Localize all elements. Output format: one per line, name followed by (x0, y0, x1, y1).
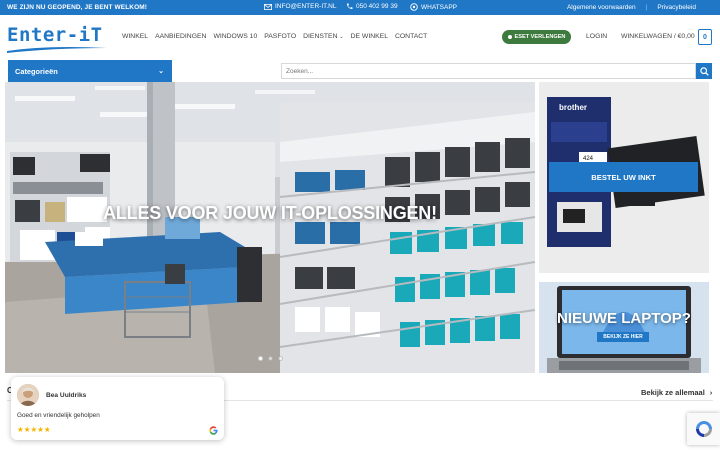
logo-swoosh-icon (7, 47, 107, 53)
nav-diensten[interactable]: DIENSTEN ⌄ (303, 33, 343, 40)
search-input[interactable]: Zoeken... (281, 63, 696, 79)
email-link[interactable]: INFO@ENTER-IT.NL (264, 3, 337, 10)
laptop-image (547, 286, 701, 373)
recaptcha-icon (695, 421, 712, 437)
review-widget[interactable]: Bea Uuldriks Goed en vriendelijk geholpe… (11, 377, 224, 440)
eset-button-label: ESET VERLENGEN (514, 34, 566, 40)
see-all-label: Bekijk ze allemaal (641, 388, 705, 397)
top-bar: WE ZIJN NU GEOPEND, JE BENT WELKOM! INFO… (0, 0, 720, 15)
whatsapp-text: WHATSAPP (421, 3, 457, 11)
nav-aanbiedingen[interactable]: AANBIEDINGEN (155, 33, 206, 40)
site-header: Enter-iT WINKEL AANBIEDINGEN WINDOWS 10 … (0, 15, 720, 60)
eset-renew-button[interactable]: ESET VERLENGEN (502, 30, 571, 44)
view-laptops-button[interactable]: BEKIJK ZE HIER (597, 332, 649, 342)
avatar (17, 384, 39, 406)
top-links: Algemene voorwaarden | Privacybeleid (557, 4, 706, 11)
star-rating: ★★★★★ (17, 425, 51, 434)
chevron-down-icon: ⌄ (339, 34, 344, 40)
ink-banner[interactable]: brother 424 BESTEL UW INKT (539, 82, 709, 273)
search-button[interactable] (696, 63, 712, 79)
slider-dot-3[interactable] (277, 356, 283, 361)
slider-dot-2[interactable] (267, 356, 273, 361)
privacy-link[interactable]: Privacybeleid (647, 4, 706, 11)
store-interior-image (5, 82, 535, 373)
nav-pasfoto[interactable]: PASFOTO (264, 33, 296, 40)
brand-text: brother (559, 103, 587, 112)
welcome-message: WE ZIJN NU GEOPEND, JE BENT WELKOM! (7, 4, 148, 11)
order-ink-button[interactable]: BESTEL UW INKT (549, 162, 698, 192)
cart-count-badge[interactable]: 0 (698, 29, 712, 45)
categories-label: Categorieën (15, 67, 58, 76)
chevron-right-icon: › (709, 388, 713, 397)
phone-text: 050 402 99 39 (356, 3, 398, 10)
nav-winkel[interactable]: WINKEL (122, 33, 148, 40)
laptop-banner-title: NIEUWE LAPTOP? (557, 310, 691, 327)
email-text: INFO@ENTER-IT.NL (275, 3, 337, 10)
phone-link[interactable]: 050 402 99 39 (346, 3, 398, 10)
reviewer-name: Bea Uuldriks (46, 392, 87, 399)
nav-de-winkel[interactable]: DE WINKEL (351, 33, 388, 40)
categories-dropdown[interactable]: Categorieën ⌄ (8, 60, 172, 82)
laptop-banner[interactable]: NIEUWE LAPTOP? BEKIJK ZE HIER (539, 282, 709, 373)
site-logo[interactable]: Enter-iT (7, 24, 109, 53)
hero-slider[interactable]: ALLES VOOR JOUW IT-OPLOSSINGEN! (5, 82, 535, 373)
bullet-icon (507, 35, 512, 39)
slider-dots (5, 356, 535, 361)
search-icon (699, 66, 709, 76)
cart-link[interactable]: WINKELWAGEN / €0,00 (621, 33, 695, 40)
link-separator: | (645, 4, 648, 11)
see-all-link[interactable]: Bekijk ze allemaal › (641, 388, 712, 397)
mail-icon (264, 3, 272, 10)
logo-text: Enter-iT (7, 24, 103, 46)
google-icon (209, 426, 218, 435)
recaptcha-badge[interactable] (687, 413, 720, 445)
main-nav: WINKEL AANBIEDINGEN WINDOWS 10 PASFOTO D… (122, 33, 427, 40)
login-link[interactable]: LOGIN (586, 33, 607, 40)
nav-diensten-label: DIENSTEN (303, 33, 338, 40)
nav-contact[interactable]: CONTACT (395, 33, 427, 40)
slider-dot-1[interactable] (257, 356, 263, 361)
nav-windows-10[interactable]: WINDOWS 10 (213, 33, 257, 40)
review-text: Goed en vriendelijk geholpen (17, 412, 100, 419)
phone-icon (346, 3, 353, 10)
whatsapp-icon (410, 3, 418, 11)
hero-headline: ALLES VOOR JOUW IT-OPLOSSINGEN! (103, 203, 437, 223)
terms-link[interactable]: Algemene voorwaarden (557, 4, 646, 11)
whatsapp-link[interactable]: WHATSAPP (410, 3, 457, 11)
chevron-down-icon: ⌄ (158, 68, 164, 75)
